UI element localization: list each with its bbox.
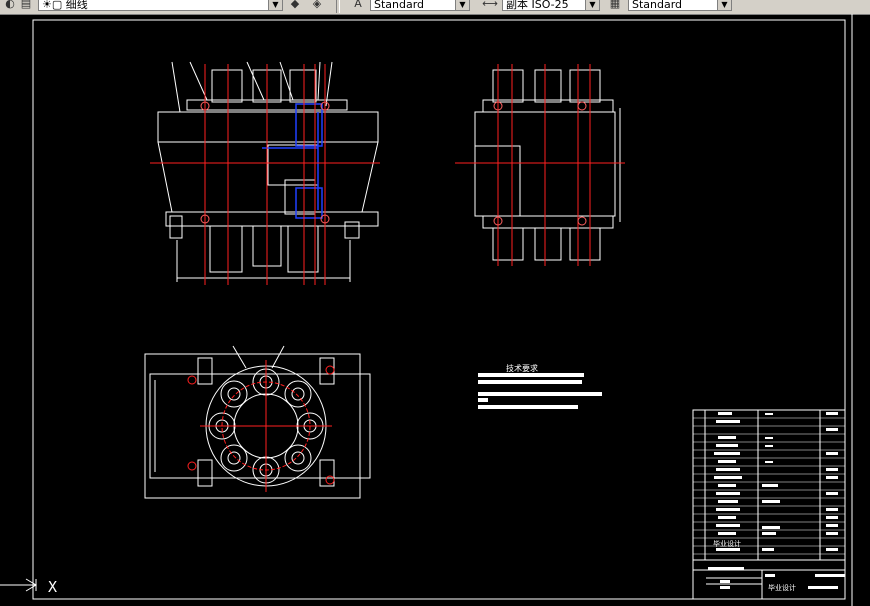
tech-requirements-title: 技术要求 [506,364,538,373]
title-block-label: 毕业设计 [713,540,741,548]
layer-state-icon[interactable]: ◐ [2,0,18,11]
text-style-icon[interactable]: A [350,0,366,11]
chevron-down-icon[interactable]: ▼ [455,0,469,10]
ucs-axis-icon [0,578,37,592]
plan-view [144,345,371,499]
title-block-text-bars [708,412,845,589]
styles-toolbar: ◐ ▤ ☀▢ 细线 ▼ ◆ ◈ A Standard ▼ ⟷ 副本 ISO-25… [0,0,870,15]
tech-requirements-lines [478,373,602,409]
table-style-combo[interactable]: Standard ▼ [628,0,732,11]
table-style-value: Standard [632,0,683,11]
layer-iso-icon[interactable]: ◈ [309,0,325,11]
layer-bulb-icon: ☀▢ [42,0,66,11]
sheet-border [32,19,846,600]
dim-style-icon[interactable]: ⟷ [482,0,498,11]
drawing-canvas[interactable] [0,14,870,606]
title-block-sublabel: 毕业设计 [768,584,796,592]
plan-view-red [187,360,335,492]
ucs-x-label: X [48,578,58,596]
front-view-hidden [262,103,323,219]
dim-style-combo[interactable]: 副本 ISO-25 ▼ [502,0,600,11]
separator [336,0,340,13]
front-view [157,61,379,282]
layer-match-icon[interactable]: ◆ [287,0,303,11]
chevron-down-icon[interactable]: ▼ [268,0,282,10]
front-view-centerlines [150,64,380,285]
layer-combo[interactable]: ☀▢ 细线 ▼ [38,0,283,11]
table-style-icon[interactable]: ▦ [607,0,623,11]
chevron-down-icon[interactable]: ▼ [717,0,731,10]
side-view [474,69,621,261]
text-style-value: Standard [374,0,425,11]
layer-previous-icon[interactable]: ▤ [18,0,34,11]
text-style-combo[interactable]: Standard ▼ [370,0,470,11]
dim-style-value: 副本 ISO-25 [506,0,569,11]
layer-name: 细线 [65,0,88,11]
chevron-down-icon[interactable]: ▼ [585,0,599,10]
